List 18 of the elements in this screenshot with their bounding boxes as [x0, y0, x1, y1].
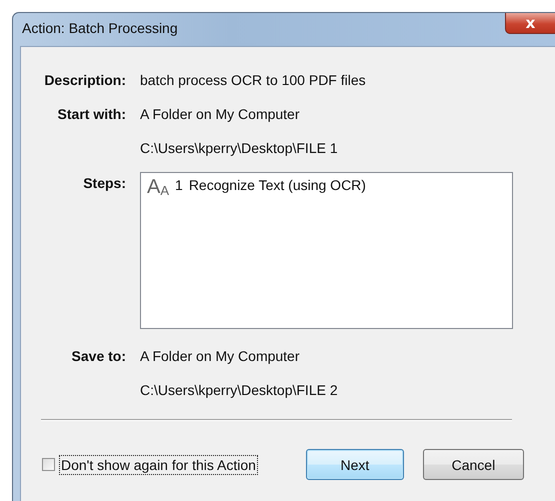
window-title: Action: Batch Processing [21, 19, 178, 36]
field-value: A Folder on My Computer [140, 106, 301, 122]
folder-path: C:\Users\kperry\Desktop\FILE 1 [140, 140, 339, 156]
field-label: Steps: [82, 174, 126, 193]
close-button[interactable]: x [505, 13, 555, 34]
checkbox-label[interactable]: Don't show again for this Action [59, 454, 258, 474]
checkbox[interactable] [42, 458, 55, 471]
step-number[interactable]: 1 [175, 177, 183, 193]
step-name[interactable]: Recognize Text (using OCR) [188, 177, 366, 193]
field-value: A Folder on My Computer [140, 348, 301, 364]
field-value: batch process OCR to 100 PDF files [140, 72, 367, 88]
dialog-button[interactable]: Next [306, 449, 404, 480]
text-size-icon: AA [147, 177, 170, 197]
field-label: Save to: [70, 348, 126, 364]
dialog-button[interactable]: Cancel [422, 449, 524, 480]
field-label: Description: [43, 72, 126, 88]
folder-path: C:\Users\kperry\Desktop\FILE 2 [140, 382, 339, 398]
field-label: Start with: [56, 106, 126, 122]
